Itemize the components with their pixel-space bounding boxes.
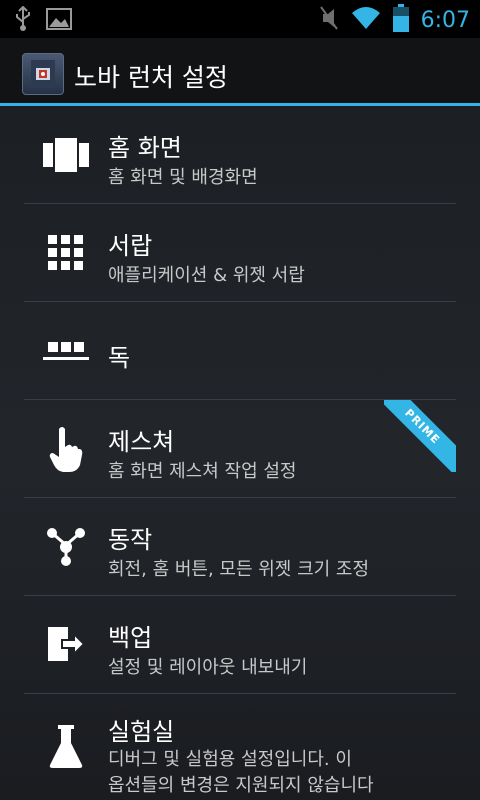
backup-export-icon	[42, 596, 90, 694]
prime-badge-label: PRIME	[384, 400, 456, 472]
setting-subtitle-line2: 옵션들의 변경은 지원되지 않습니다	[108, 775, 374, 796]
setting-dock[interactable]: 독	[24, 302, 456, 400]
clock: 6:07	[420, 7, 470, 33]
setting-subtitle: 애플리케이션 & 위젯 서랍	[108, 265, 305, 286]
battery-icon	[392, 4, 409, 36]
page-title: 노바 런처 설정	[74, 63, 228, 92]
setting-subtitle: 회전, 홈 버튼, 모든 위젯 크기 조정	[108, 559, 370, 580]
dock-icon	[42, 302, 90, 400]
setting-title: 서랍	[108, 232, 153, 260]
drawer-grid-icon	[42, 204, 90, 302]
setting-behavior[interactable]: 동작 회전, 홈 버튼, 모든 위젯 크기 조정	[24, 498, 456, 596]
setting-subtitle: 설정 및 레이아웃 내보내기	[108, 657, 308, 678]
setting-subtitle-line1: 디버그 및 실험용 설정입니다. 이	[108, 749, 352, 770]
usb-icon	[14, 5, 32, 36]
setting-gestures[interactable]: 제스쳐 홈 화면 제스쳐 작업 설정 PRIME	[24, 400, 456, 498]
wifi-icon	[351, 6, 381, 34]
setting-drawer[interactable]: 서랍 애플리케이션 & 위젯 서랍	[24, 204, 456, 302]
homescreen-icon	[42, 106, 90, 204]
action-bar: 노바 런처 설정	[0, 38, 480, 106]
settings-list: 홈 화면 홈 화면 및 배경화면 서랍 애플리케이션 & 위젯 서랍 독 제스쳐…	[0, 106, 480, 800]
nova-settings-app-icon[interactable]	[22, 53, 64, 95]
mute-icon	[319, 5, 339, 35]
setting-title: 독	[108, 344, 131, 372]
labs-flask-icon	[42, 694, 90, 800]
setting-homescreen[interactable]: 홈 화면 홈 화면 및 배경화면	[24, 106, 456, 204]
setting-backup[interactable]: 백업 설정 및 레이아웃 내보내기	[24, 596, 456, 694]
setting-labs[interactable]: 실험실 디버그 및 실험용 설정입니다. 이 옵션들의 변경은 지원되지 않습니…	[24, 694, 456, 800]
setting-title: 제스쳐	[108, 428, 175, 456]
prime-badge: PRIME	[384, 400, 456, 472]
setting-title: 백업	[108, 624, 153, 652]
setting-subtitle: 홈 화면 및 배경화면	[108, 167, 258, 188]
status-bar: 6:07	[0, 0, 480, 38]
setting-subtitle: 홈 화면 제스쳐 작업 설정	[108, 461, 297, 482]
behavior-icon	[42, 498, 90, 596]
setting-title: 실험실	[108, 718, 175, 746]
image-icon	[46, 8, 72, 34]
gesture-hand-icon	[42, 400, 90, 498]
setting-title: 홈 화면	[108, 134, 182, 162]
setting-title: 동작	[108, 526, 153, 554]
